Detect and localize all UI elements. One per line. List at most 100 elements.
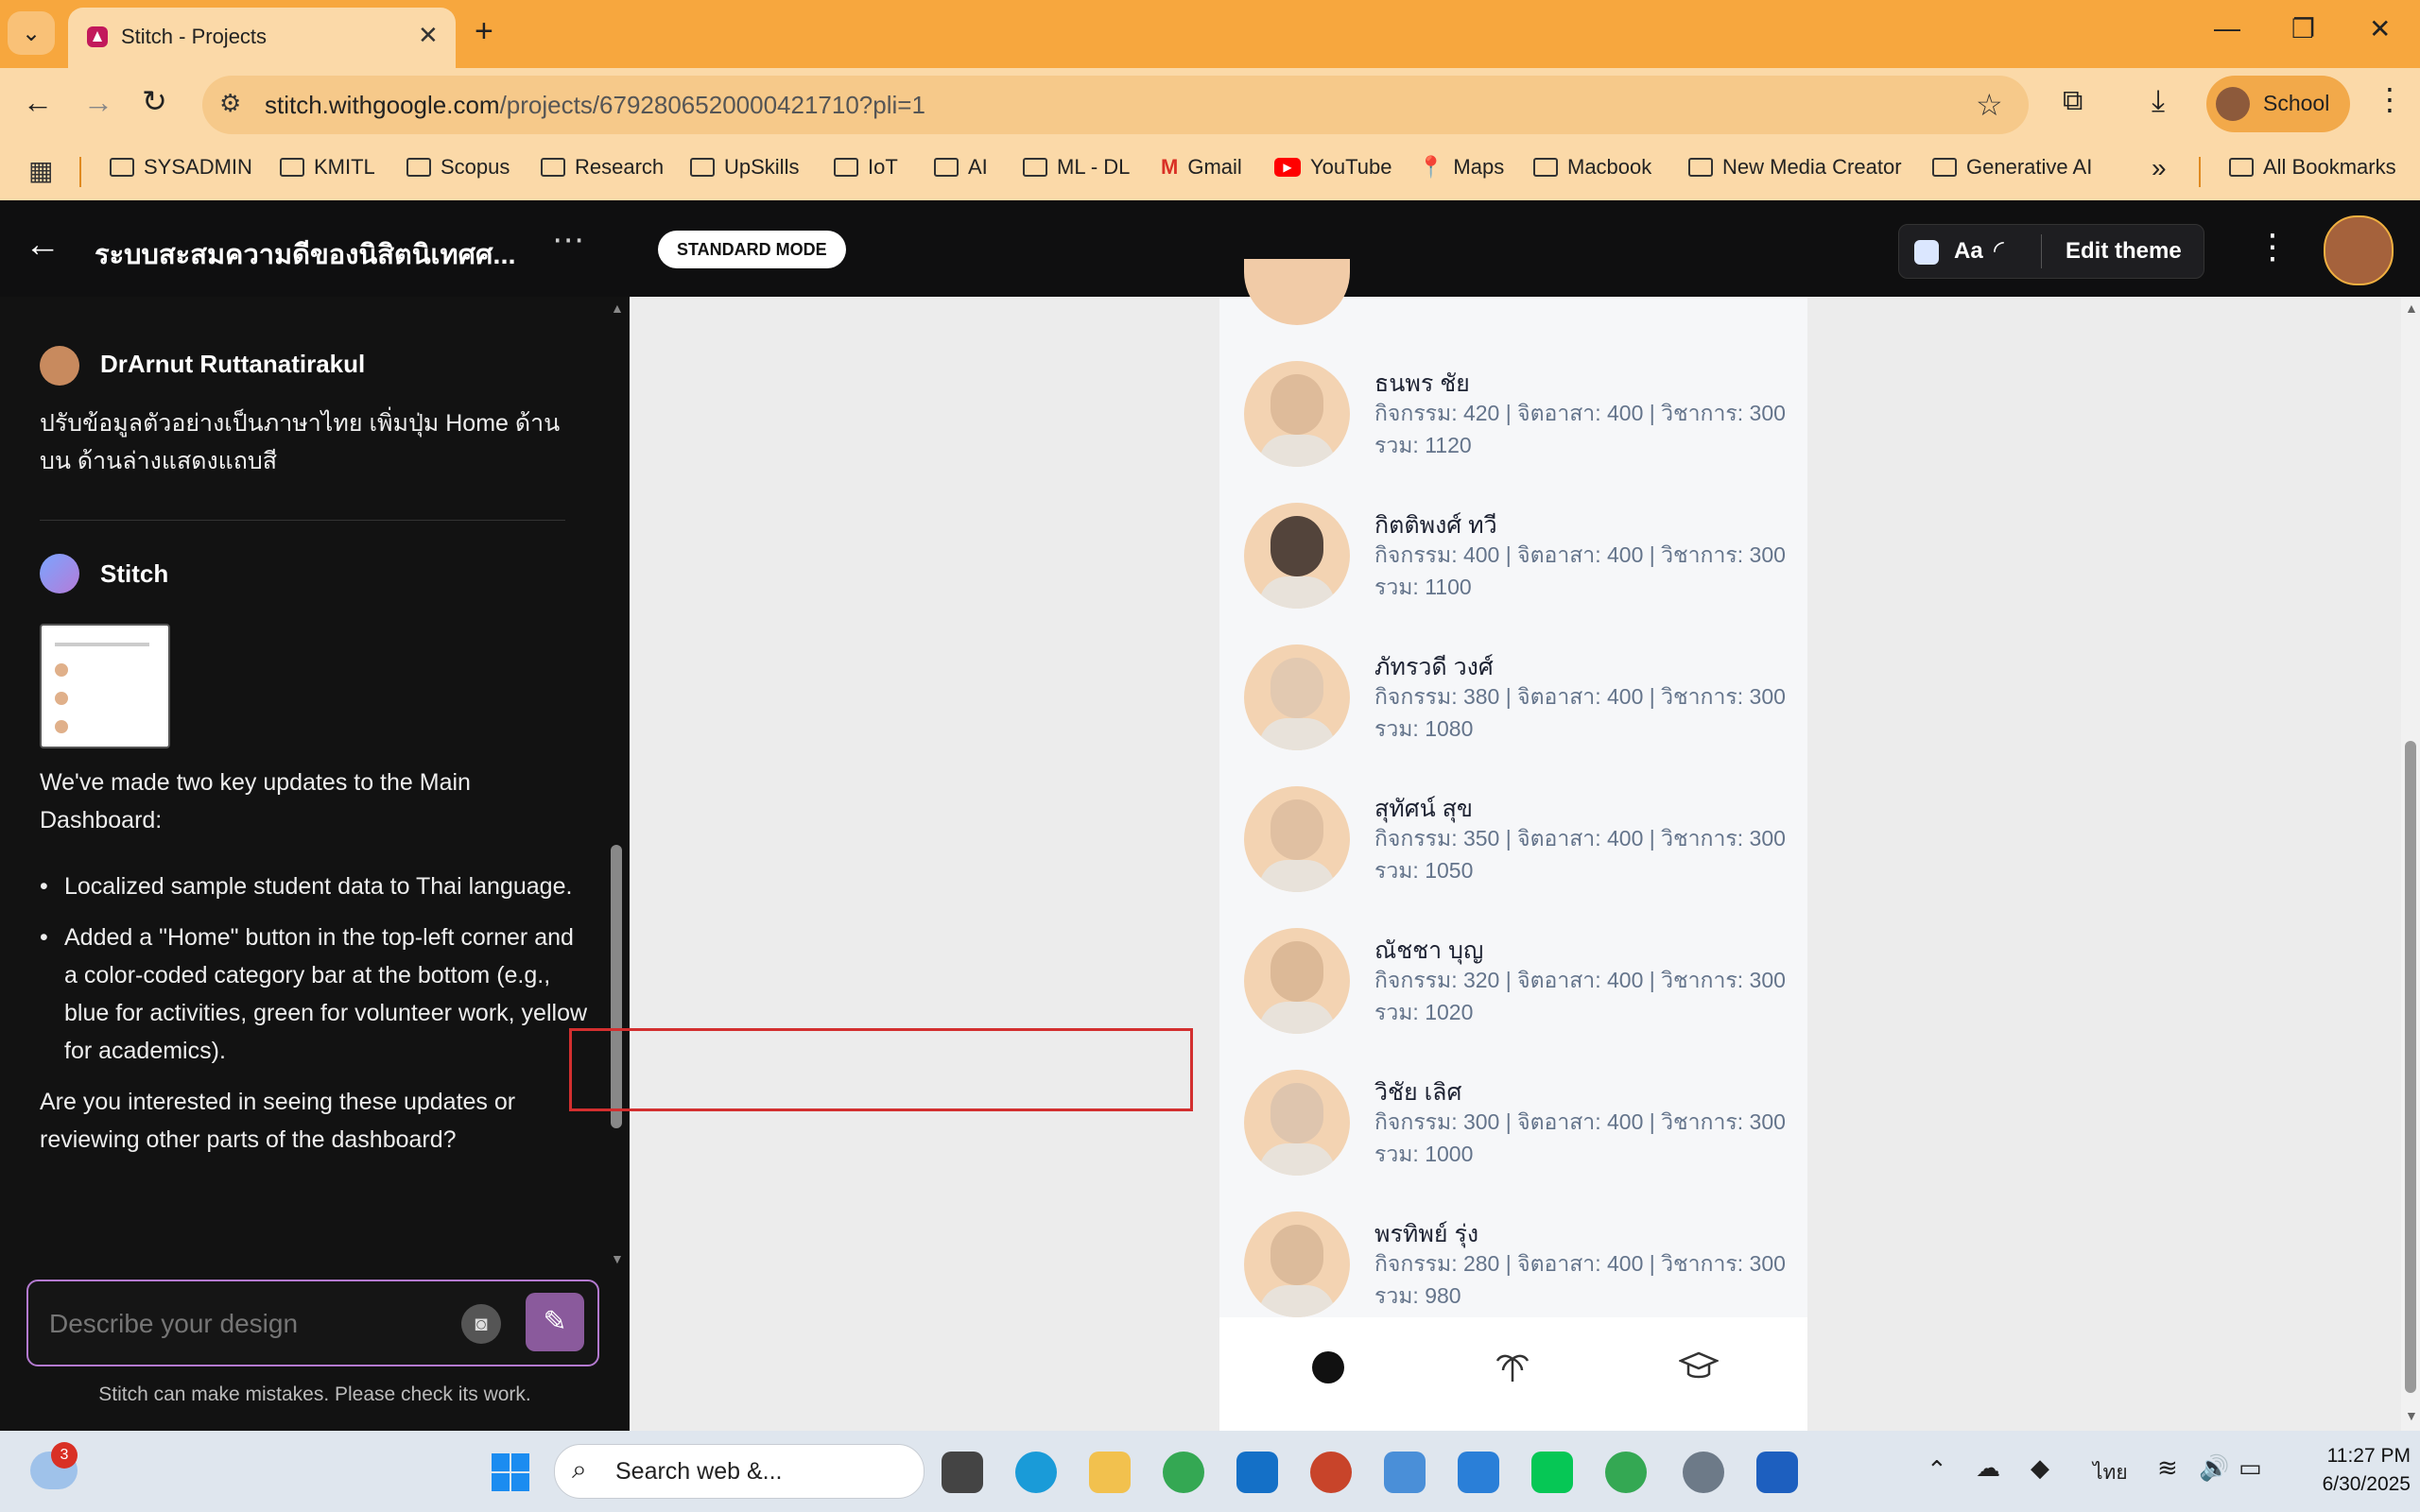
extensions-icon[interactable]: ⧉ xyxy=(2063,85,2083,117)
browser-tab[interactable]: Stitch - Projects ✕ xyxy=(68,8,456,68)
language-indicator[interactable]: ไทย xyxy=(2093,1457,2128,1488)
scroll-up-icon[interactable]: ▲ xyxy=(2405,301,2418,316)
tab-title: Stitch - Projects xyxy=(121,25,268,48)
design-thumbnail[interactable] xyxy=(40,624,170,748)
theme-color-swatch[interactable] xyxy=(1914,240,1939,265)
bookmark-youtube[interactable]: ▶ YouTube xyxy=(1274,155,1392,180)
edge-icon[interactable] xyxy=(1015,1452,1057,1493)
close-window-icon[interactable]: ✕ xyxy=(2369,13,2391,44)
restore-icon[interactable]: ❐ xyxy=(2291,13,2315,44)
bookmark-label: Generative AI xyxy=(1966,155,2093,179)
folder-icon xyxy=(110,158,134,177)
search-placeholder: Search web &... xyxy=(615,1458,783,1485)
model-picker-icon[interactable]: ◙ xyxy=(461,1304,501,1344)
chrome-active-icon[interactable] xyxy=(1605,1452,1647,1493)
new-tab-icon[interactable]: + xyxy=(475,13,493,50)
student-row[interactable]: ภัทรวดี วงศ์ กิจกรรม: 380 | จิตอาสา: 400 … xyxy=(1219,618,1807,760)
reload-icon[interactable]: ↻ xyxy=(142,83,167,119)
prompt-input[interactable] xyxy=(47,1306,448,1342)
user-avatar[interactable] xyxy=(2324,215,2394,285)
bookmark-generative-ai[interactable]: Generative AI xyxy=(1932,155,2092,180)
wifi-icon[interactable]: ≋ xyxy=(2157,1453,2178,1483)
bullet-item: • Added a "Home" button in the top-left … xyxy=(40,919,588,1070)
graduation-cap-icon[interactable] xyxy=(1679,1348,1719,1385)
tab-close-icon[interactable]: ✕ xyxy=(418,21,439,50)
scroll-down-icon[interactable]: ▼ xyxy=(2405,1408,2418,1423)
home-dot-icon[interactable] xyxy=(1312,1351,1344,1383)
bookmark-gmail[interactable]: M Gmail xyxy=(1161,155,1242,180)
generate-wand-icon[interactable]: ✎ xyxy=(526,1293,584,1351)
more-options-icon[interactable]: ⋮ xyxy=(2256,227,2290,266)
photos-icon[interactable] xyxy=(1384,1452,1426,1493)
windows-start-icon[interactable] xyxy=(490,1452,531,1493)
bookmark-scopus[interactable]: Scopus xyxy=(406,155,510,180)
battery-icon[interactable]: ▭ xyxy=(2238,1453,2262,1483)
phone-preview[interactable]: ธนพร ชัย กิจกรรม: 420 | จิตอาสา: 400 | วิ… xyxy=(1219,259,1807,1431)
bookmark-star-icon[interactable]: ☆ xyxy=(1976,87,2003,123)
student-row[interactable]: สุทัศน์ สุข กิจกรรม: 350 | จิตอาสา: 400 |… xyxy=(1219,760,1807,902)
tab-search-button[interactable]: ⌄ xyxy=(8,11,55,55)
prompt-box[interactable]: ◙ ✎ xyxy=(26,1280,599,1366)
bookmark-research[interactable]: Research xyxy=(541,155,664,180)
minimize-icon[interactable]: — xyxy=(2214,13,2240,43)
more-bookmarks-icon[interactable]: » xyxy=(2152,153,2167,183)
download-icon[interactable]: ⤓ xyxy=(2152,83,2165,119)
powerpoint-icon[interactable] xyxy=(1310,1452,1352,1493)
bookmark-sysadmin[interactable]: SYSADMIN xyxy=(110,155,252,180)
palm-tree-icon[interactable] xyxy=(1494,1348,1531,1385)
bookmark-maps[interactable]: 📍 Maps xyxy=(1418,155,1504,180)
tray-chevron-icon[interactable]: ⌃ xyxy=(1927,1455,1947,1485)
apps-grid-icon[interactable]: ▦ xyxy=(28,155,53,186)
bookmark-iot[interactable]: IoT xyxy=(834,155,898,180)
avatar-shoulders xyxy=(1259,1002,1335,1034)
scroll-thumb[interactable] xyxy=(2405,741,2416,1393)
chat-scrollbar[interactable]: ▲ ▼ xyxy=(611,297,624,1270)
bullet-text: Localized sample student data to Thai la… xyxy=(64,873,573,900)
settings-gear-icon[interactable] xyxy=(1683,1452,1724,1493)
clock[interactable]: 11:27 PM 6/30/2025 xyxy=(2269,1442,2411,1499)
folder-icon xyxy=(541,158,565,177)
font-label[interactable]: Aa xyxy=(1954,238,1983,265)
scroll-down-icon[interactable]: ▼ xyxy=(611,1251,624,1266)
mode-badge[interactable]: STANDARD MODE xyxy=(658,231,846,268)
outlook-icon[interactable] xyxy=(1236,1452,1278,1493)
chrome-icon[interactable] xyxy=(1163,1452,1204,1493)
bookmark-new-media-creator[interactable]: New Media Creator xyxy=(1688,155,1902,180)
address-bar[interactable]: ⚙ stitch.withgoogle.com/projects/6792806… xyxy=(202,76,2029,134)
onedrive-icon[interactable]: ☁ xyxy=(1976,1453,2000,1483)
folder-icon xyxy=(934,158,959,177)
student-row[interactable]: วิชัย เลิศ กิจกรรม: 300 | จิตอาสา: 400 | … xyxy=(1219,1043,1807,1185)
file-explorer-icon[interactable] xyxy=(1089,1452,1131,1493)
taskbar-search[interactable]: ⌕ Search web &... xyxy=(554,1444,925,1499)
task-view-icon[interactable] xyxy=(942,1452,983,1493)
student-row[interactable]: พรทิพย์ รุ่ง กิจกรรม: 280 | จิตอาสา: 400 … xyxy=(1219,1185,1807,1327)
student-row[interactable]: กิตติพงศ์ ทวี กิจกรรม: 400 | จิตอาสา: 400… xyxy=(1219,476,1807,618)
bookmark-ml-dl[interactable]: ML - DL xyxy=(1023,155,1130,180)
theme-controls[interactable]: Aa ◜ Edit theme xyxy=(1898,224,2204,279)
all-bookmarks[interactable]: All Bookmarks xyxy=(2229,155,2396,180)
browser-menu-icon[interactable]: ⋮ xyxy=(2375,81,2405,117)
canvas-scrollbar[interactable]: ▲ ▼ xyxy=(2401,297,2420,1431)
site-info-icon[interactable]: ⚙ xyxy=(219,89,241,118)
back-icon[interactable]: ← xyxy=(23,85,53,120)
stitch-favicon-icon xyxy=(87,26,108,47)
project-menu-icon[interactable]: ⋯ xyxy=(552,221,584,259)
bookmark-macbook[interactable]: Macbook xyxy=(1533,155,1651,180)
bookmark-kmitl[interactable]: KMITL xyxy=(280,155,375,180)
volume-icon[interactable]: 🔊 xyxy=(2199,1453,2229,1483)
design-canvas[interactable]: ธนพร ชัย กิจกรรม: 420 | จิตอาสา: 400 | วิ… xyxy=(631,259,2420,1431)
forward-icon[interactable]: → xyxy=(83,85,113,120)
bookmark-upskills[interactable]: UpSkills xyxy=(690,155,799,180)
bookmark-ai[interactable]: AI xyxy=(934,155,988,180)
corner-radius-icon[interactable]: ◜ xyxy=(1994,234,2004,266)
back-arrow-icon[interactable]: ← xyxy=(25,225,60,266)
edit-theme-button[interactable]: Edit theme xyxy=(2066,238,2182,265)
student-row[interactable]: ณัชชา บุญ กิจกรรม: 320 | จิตอาสา: 400 | ว… xyxy=(1219,902,1807,1043)
profile-chip[interactable]: School xyxy=(2206,76,2350,132)
scroll-up-icon[interactable]: ▲ xyxy=(611,301,624,316)
student-row[interactable]: ธนพร ชัย กิจกรรม: 420 | จิตอาสา: 400 | วิ… xyxy=(1219,335,1807,476)
dropbox-icon[interactable]: ◆ xyxy=(2031,1453,2049,1483)
line-icon[interactable] xyxy=(1531,1452,1573,1493)
notepad-icon[interactable] xyxy=(1458,1452,1499,1493)
word-icon[interactable] xyxy=(1756,1452,1798,1493)
